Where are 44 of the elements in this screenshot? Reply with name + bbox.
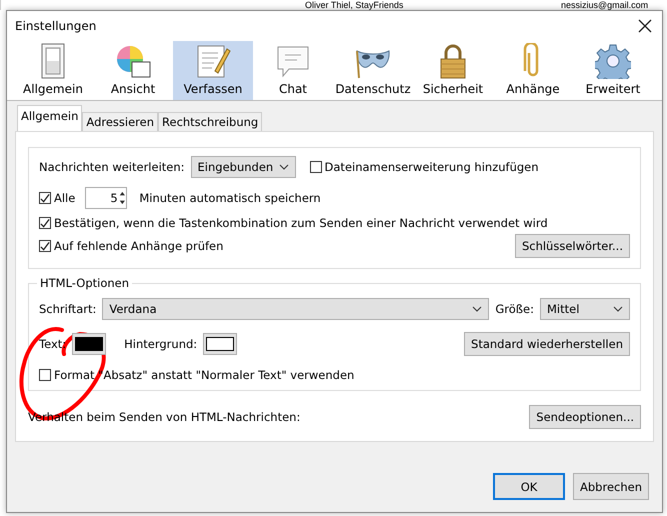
category-tab[interactable]: Allgemein	[13, 41, 93, 100]
category-tab[interactable]: Anhänge	[493, 41, 573, 100]
checkbox[interactable]: Alle	[39, 191, 76, 205]
field-label: Schriftart:	[39, 302, 96, 316]
checkbox[interactable]: Bestätigen, wenn die Tastenkombination zum Senden einer Nachricht verwendet wird	[39, 216, 548, 230]
cancel-button[interactable]: Abbrechen	[573, 473, 649, 500]
field-label: Größe:	[495, 302, 534, 316]
ok-button[interactable]: OK	[493, 473, 565, 500]
checkbox[interactable]: Dateinamenserweiterung hinzufügen	[310, 160, 539, 174]
font-dropdown[interactable]: Verdana	[102, 298, 490, 320]
chevron-down-icon	[613, 306, 623, 312]
keywords-button[interactable]: Schlüsselwörter...	[514, 234, 630, 258]
chevron-down-icon	[472, 306, 482, 312]
checkmark-icon	[40, 192, 50, 204]
category-tab[interactable]: Verfassen	[173, 41, 253, 100]
pencil-note-icon	[195, 43, 231, 79]
checkmark-icon	[40, 240, 50, 252]
field-label: Hintergrund:	[124, 337, 198, 351]
category-tab[interactable]: Ansicht	[93, 41, 173, 100]
field-label: Minuten automatisch speichern	[139, 191, 321, 205]
reset-button[interactable]: Standard wiederherstellen	[464, 332, 630, 356]
category-tab[interactable]: Chat	[253, 41, 333, 100]
category-tab[interactable]: Sicherheit	[413, 41, 493, 100]
window-title: Einstellungen	[15, 19, 96, 33]
chevron-down-icon	[278, 164, 289, 170]
tab[interactable]: Allgemein	[17, 105, 82, 131]
message-sender: Oliver Thiel, StayFriends	[305, 0, 404, 10]
field-label: Nachrichten weiterleiten:	[39, 160, 185, 174]
category-tab[interactable]: Datenschutz	[333, 41, 413, 100]
checkmark-icon	[40, 218, 50, 228]
email-address: nessizius@gmail.com	[561, 0, 648, 10]
tab[interactable]: Rechtschreibung	[158, 112, 262, 131]
tab[interactable]: Adressieren	[82, 112, 158, 131]
close-icon[interactable]	[638, 19, 652, 33]
category-tab[interactable]: Erweitert	[573, 41, 653, 100]
dropdown[interactable]: Eingebunden	[190, 156, 296, 178]
send-options-button[interactable]: Sendeoptionen...	[529, 405, 641, 429]
color-picker[interactable]	[203, 333, 238, 355]
gear-icon	[595, 43, 631, 79]
number-spinner[interactable]: 5	[85, 187, 128, 209]
color-picker[interactable]	[72, 333, 106, 355]
group-title: HTML-Optionen	[37, 276, 132, 290]
checkbox[interactable]: Auf fehlende Anhänge prüfen	[39, 239, 224, 253]
size-dropdown[interactable]: Mittel	[540, 298, 630, 320]
